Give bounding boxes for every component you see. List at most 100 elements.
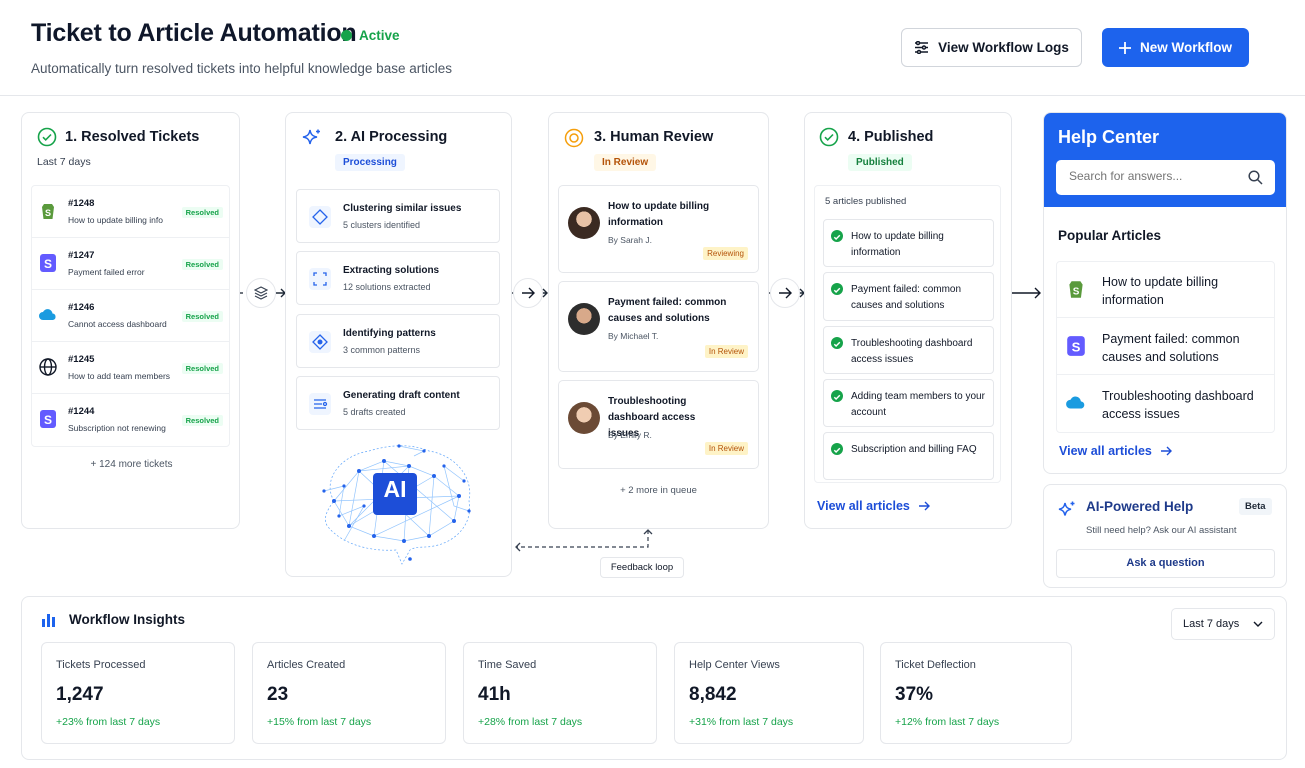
published-article[interactable]: Subscription and billing FAQ	[823, 432, 994, 480]
published-article-title: Troubleshooting dashboard access issues	[851, 338, 973, 365]
stat-value: 8,842	[689, 684, 737, 705]
stat-card: Tickets Processed 1,247 +23% from last 7…	[41, 642, 235, 744]
chevron-down-icon	[1253, 621, 1263, 627]
review-status-badge: Reviewing	[703, 247, 748, 260]
arrow-node	[770, 278, 800, 308]
clock-target-icon	[564, 128, 584, 148]
stat-value: 41h	[478, 684, 511, 705]
step-subtitle: 5 drafts created	[343, 407, 406, 417]
published-article-title: Subscription and billing FAQ	[851, 444, 977, 455]
svg-text:S: S	[45, 208, 51, 218]
ticket-row[interactable]: #1245 How to add team members Resolved	[32, 342, 229, 394]
help-search-input[interactable]	[1069, 169, 1234, 183]
review-item[interactable]: Payment failed: common causes and soluti…	[558, 281, 759, 372]
stat-value: 37%	[895, 684, 934, 705]
step-subtitle: 3 common patterns	[343, 345, 421, 355]
stat-card: Time Saved 41h +28% from last 7 days	[463, 642, 657, 744]
page-title: Ticket to Article Automation	[31, 19, 357, 47]
stat-label: Help Center Views	[689, 659, 780, 671]
stat-delta: +23% from last 7 days	[56, 716, 161, 728]
review-status-badge: In Review	[704, 345, 748, 358]
processing-step: Generating draft content 5 drafts create…	[296, 376, 500, 430]
pattern-target-icon	[312, 334, 328, 350]
plus-icon	[1118, 41, 1131, 54]
svg-text:S: S	[1073, 287, 1080, 298]
ticket-title: Subscription not renewing	[68, 423, 166, 433]
ai-help-subtitle: Still need help? Ask our AI assistant	[1086, 525, 1237, 536]
ticket-row[interactable]: #1246 Cannot access dashboard Resolved	[32, 290, 229, 342]
stage-period: Last 7 days	[37, 156, 91, 168]
stripe-icon: S	[40, 410, 56, 428]
ticket-title: How to update billing info	[68, 215, 163, 225]
help-view-all-link[interactable]: View all articles	[1059, 444, 1172, 458]
ticket-status-badge: Resolved	[181, 415, 223, 426]
stage-title: 3. Human Review	[594, 129, 714, 145]
layers-node	[246, 278, 276, 308]
step-title: Extracting solutions	[343, 265, 440, 276]
reviewer-avatar	[568, 207, 600, 239]
more-in-queue-link[interactable]: + 2 more in queue	[549, 485, 768, 496]
review-author: By Sarah J.	[608, 235, 652, 245]
ticket-status-badge: Resolved	[181, 207, 223, 218]
stat-delta: +31% from last 7 days	[689, 716, 794, 728]
sparkle-icon	[1058, 501, 1075, 516]
layers-icon	[254, 286, 268, 300]
ticket-title: Cannot access dashboard	[68, 319, 167, 329]
review-item[interactable]: How to update billing information By Sar…	[558, 185, 759, 273]
published-article[interactable]: How to update billing information	[823, 219, 994, 267]
new-workflow-label: New Workflow	[1139, 40, 1232, 55]
sparkle-icon	[302, 129, 320, 145]
published-article-title: How to update billing information	[851, 231, 944, 258]
stat-value: 1,247	[56, 684, 104, 705]
published-article[interactable]: Payment failed: common causes and soluti…	[823, 272, 994, 321]
new-workflow-button[interactable]: New Workflow	[1102, 28, 1249, 67]
popular-article-title: Payment failed: common causes and soluti…	[1102, 332, 1240, 364]
ticket-row[interactable]: S #1248 How to update billing info Resol…	[32, 186, 229, 238]
more-tickets-link[interactable]: + 124 more tickets	[22, 459, 241, 470]
diamond-nodes-icon	[312, 209, 328, 225]
arrow-node	[513, 278, 543, 308]
list-settings-icon	[915, 41, 929, 54]
review-item[interactable]: Troubleshooting dashboard access issues …	[558, 380, 759, 469]
ticket-status-badge: Resolved	[181, 363, 223, 374]
published-article[interactable]: Adding team members to your account	[823, 379, 994, 427]
popular-article-item[interactable]: S Payment failed: common causes and solu…	[1057, 319, 1275, 375]
popular-article-item[interactable]: Troubleshooting dashboard access issues	[1057, 376, 1275, 432]
ticket-row[interactable]: S #1247 Payment failed error Resolved	[32, 238, 229, 290]
insights-title: Workflow Insights	[69, 612, 186, 627]
ai-help-title: AI-Powered Help	[1086, 499, 1194, 514]
popular-article-item[interactable]: S How to update billing information	[1057, 262, 1275, 318]
beta-badge: Beta	[1239, 498, 1272, 515]
stat-label: Tickets Processed	[56, 659, 146, 671]
stat-label: Articles Created	[267, 659, 346, 671]
feedback-loop-label: Feedback loop	[600, 557, 684, 578]
review-status-badge: In Review	[704, 442, 748, 455]
globe-icon	[39, 358, 57, 376]
ticket-row[interactable]: S #1244 Subscription not renewing Resolv…	[32, 394, 229, 446]
ticket-id: #1248	[68, 198, 95, 209]
reviewer-avatar	[568, 303, 600, 335]
review-title: How to update billing information	[608, 201, 710, 228]
help-search-box[interactable]	[1056, 160, 1275, 195]
published-article[interactable]: Troubleshooting dashboard access issues	[823, 326, 994, 374]
header-divider	[0, 95, 1305, 96]
view-all-articles-link[interactable]: View all articles	[817, 499, 930, 513]
stage-title: 4. Published	[848, 129, 934, 145]
ticket-status-badge: Resolved	[181, 259, 223, 270]
svg-text:S: S	[44, 257, 52, 271]
view-workflow-logs-button[interactable]: View Workflow Logs	[901, 28, 1082, 67]
shopify-icon: S	[1069, 281, 1083, 298]
step-subtitle: 12 solutions extracted	[343, 282, 431, 292]
stage-human-review: 3. Human Review In Review How to update …	[548, 112, 769, 529]
stat-card: Help Center Views 8,842 +31% from last 7…	[674, 642, 864, 744]
stat-label: Time Saved	[478, 659, 537, 671]
date-range-select[interactable]: Last 7 days	[1171, 608, 1275, 640]
help-center-title: Help Center	[1058, 127, 1160, 147]
ticket-id: #1244	[68, 406, 95, 417]
page-subtitle: Automatically turn resolved tickets into…	[31, 61, 452, 76]
ask-question-button[interactable]: Ask a question	[1056, 549, 1275, 578]
ticket-title: How to add team members	[68, 371, 171, 381]
stage-ai-processing: 2. AI Processing Processing Clustering s…	[285, 112, 512, 577]
search-icon[interactable]	[1248, 170, 1263, 185]
stat-delta: +28% from last 7 days	[478, 716, 583, 728]
